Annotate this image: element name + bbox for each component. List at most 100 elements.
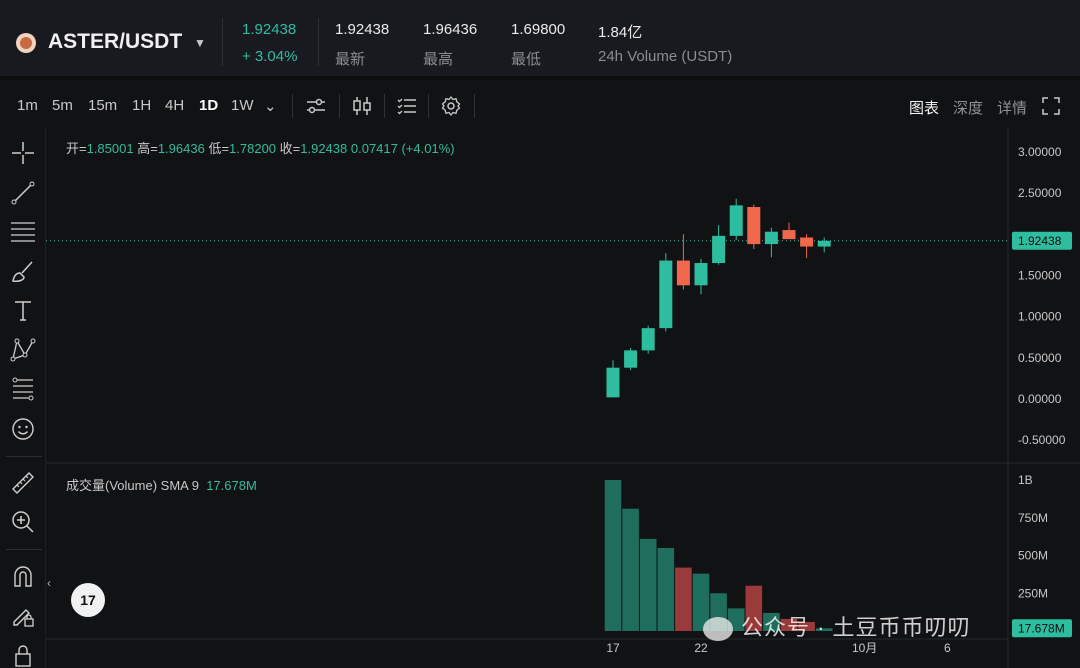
candle-body[interactable] — [764, 231, 778, 245]
sma-value: 17.678M — [206, 478, 257, 493]
price-tick-label: 2.50000 — [1018, 186, 1062, 200]
close-label: 收= — [279, 141, 301, 156]
candle-body[interactable] — [641, 328, 655, 351]
tools-divider — [6, 456, 42, 457]
toolbar-divider — [428, 94, 429, 118]
volume-legend: 成交量(Volume) SMA 9 17.678M — [66, 475, 257, 494]
candle-body[interactable] — [800, 237, 814, 247]
candle-style-icon[interactable] — [351, 95, 373, 117]
crosshair-icon[interactable] — [10, 140, 36, 166]
chevron-down-icon[interactable]: ▼ — [194, 36, 206, 50]
candle-body[interactable] — [782, 230, 796, 240]
pattern-tool-icon[interactable] — [10, 337, 36, 363]
low-value: 1.78200 — [229, 141, 277, 156]
time-tick-label: 6 — [944, 641, 951, 655]
timeframe-1m[interactable]: 1m — [17, 97, 38, 114]
open-label: 开= — [66, 141, 87, 156]
text-tool-icon[interactable] — [10, 298, 36, 324]
magnet-icon[interactable] — [10, 564, 36, 590]
candle-body[interactable] — [606, 367, 620, 398]
indicators-icon[interactable] — [305, 95, 327, 117]
stat-volume-label: 24h Volume (USDT) — [598, 48, 733, 65]
timeframe-15m[interactable]: 15m — [88, 97, 117, 114]
stat-volume-value: 1.84亿 — [598, 24, 643, 41]
price-chart[interactable]: 3.00000 2.50000 1.50000 1.00000 0.50000 0.000… — [46, 128, 1080, 668]
volume-tick-label: 1B — [1018, 473, 1033, 487]
toolbar-divider — [474, 94, 475, 118]
price-tick-label: 3.00000 — [1018, 145, 1062, 159]
time-tick-label: 17 — [606, 641, 620, 655]
timeframe-1h[interactable]: 1H — [132, 97, 151, 114]
candle-body[interactable] — [659, 260, 673, 329]
candle-body[interactable] — [694, 263, 708, 286]
low-label: 低= — [208, 141, 230, 156]
pair-name[interactable]: ASTER/USDT — [48, 30, 182, 54]
ohlc-legend: 开=1.85001 高=1.96436 低=1.78200 收=1.92438 … — [66, 138, 455, 157]
emoji-icon[interactable] — [10, 416, 36, 442]
timeframe-1w[interactable]: 1W — [231, 97, 254, 114]
change-percent: + 3.04% — [242, 48, 298, 65]
candle-body[interactable] — [817, 240, 831, 247]
stat-high-label: 最高 — [423, 51, 454, 68]
brush-icon[interactable] — [10, 258, 36, 284]
drawing-tools-sidebar — [0, 128, 46, 668]
current-volume-label: 17.678M — [1018, 621, 1065, 635]
lock-icon[interactable] — [10, 642, 36, 668]
candle-body[interactable] — [676, 260, 690, 286]
time-tick-label: 22 — [694, 641, 708, 655]
timeframe-4h[interactable]: 4H — [165, 97, 184, 114]
candle-body[interactable] — [729, 205, 743, 236]
volume-bar[interactable] — [622, 508, 639, 631]
open-value: 1.85001 — [86, 141, 134, 156]
high-label: 高= — [137, 141, 158, 156]
candle-body[interactable] — [712, 235, 726, 264]
chevron-down-icon[interactable]: ⌄ — [264, 97, 277, 115]
price-tick-label: 1.00000 — [1018, 310, 1062, 324]
timeframe-5m[interactable]: 5m — [52, 97, 73, 114]
tradingview-logo[interactable]: 17 — [71, 583, 105, 617]
price-tick-label: 0.50000 — [1018, 351, 1062, 365]
chart-toolbar: 1m 5m 15m 1H 4H 1D 1W ⌄ 图表 深度 详情 — [0, 84, 1080, 128]
template-list-icon[interactable] — [396, 95, 418, 117]
settings-gear-icon[interactable] — [440, 95, 462, 117]
current-price-label: 1.92438 — [1018, 234, 1062, 248]
watermark-text: 公众号 · 土豆币币叨叨 — [741, 615, 971, 640]
volume-bar[interactable] — [675, 567, 692, 631]
candle-body[interactable] — [747, 207, 761, 245]
fib-tool-icon[interactable] — [10, 376, 36, 402]
tab-details[interactable]: 详情 — [997, 97, 1027, 118]
close-value: 1.92438 — [300, 141, 348, 156]
stat-low-value: 1.69800 — [511, 21, 566, 38]
wechat-watermark: 公众号 · 土豆币币叨叨 — [703, 610, 971, 642]
timeframe-1d[interactable]: 1D — [199, 97, 218, 114]
volume-tick-label: 250M — [1018, 586, 1048, 600]
ticker-header: ASTER/USDT ▼ 1.92438 + 3.04% 1.92438 最新 … — [0, 0, 1080, 80]
volume-bar[interactable] — [639, 538, 657, 631]
stat-low-label: 最低 — [511, 51, 542, 68]
time-tick-label: 10月 — [852, 641, 877, 655]
zoom-in-icon[interactable] — [10, 509, 36, 535]
high-value: 1.96436 — [157, 141, 205, 156]
volume-bar[interactable] — [604, 480, 622, 631]
lock-drawing-icon[interactable] — [10, 602, 36, 628]
toolbar-divider — [339, 94, 340, 118]
toolbar-divider — [292, 94, 293, 118]
price-tick-label: -0.50000 — [1018, 433, 1066, 447]
price-tick-label: 0.00000 — [1018, 392, 1062, 406]
parallel-lines-icon[interactable] — [10, 218, 36, 244]
aster-logo — [16, 33, 36, 53]
volume-title: 成交量(Volume) — [66, 478, 158, 493]
trend-line-icon[interactable] — [10, 180, 36, 206]
fullscreen-icon[interactable] — [1040, 95, 1062, 117]
last-price: 1.92438 — [242, 21, 297, 38]
tab-chart[interactable]: 图表 — [909, 97, 939, 118]
volume-bar[interactable] — [657, 547, 675, 631]
candles — [606, 198, 831, 398]
header-divider — [222, 18, 223, 66]
tab-depth[interactable]: 深度 — [953, 97, 983, 118]
sma-label: SMA 9 — [160, 478, 199, 493]
volume-bars — [604, 480, 833, 631]
candle-body[interactable] — [624, 350, 638, 368]
ruler-icon[interactable] — [10, 470, 36, 496]
change-value: 0.07417 (+4.01%) — [350, 141, 455, 156]
